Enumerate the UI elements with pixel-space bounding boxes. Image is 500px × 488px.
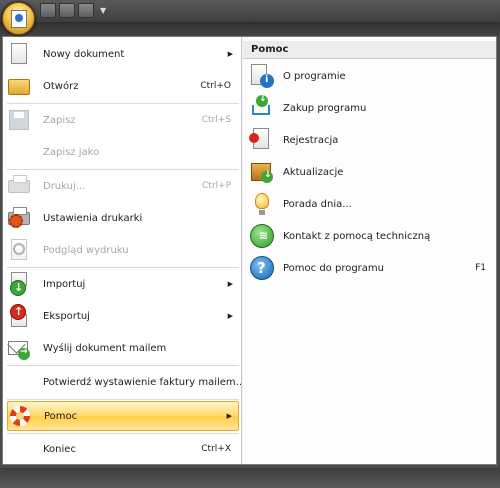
menu-item-label: Eksportuj — [43, 310, 90, 322]
menu-item-send-mail[interactable]: → Wyślij dokument mailem — [7, 333, 239, 363]
menu-item-label: Zapisz — [43, 114, 76, 126]
menu-item-print[interactable]: Drukuj... Ctrl+P — [7, 171, 239, 201]
tip-bulb-icon — [249, 191, 275, 217]
menu-item-printer-settings[interactable]: Ustawienia drukarki — [7, 203, 239, 233]
export-icon: ↑ — [7, 304, 31, 328]
submenu-item-label: Rejestracja — [283, 134, 339, 146]
menu-item-label: Otwórz — [43, 80, 79, 92]
menu-item-label: Nowy dokument — [43, 48, 125, 60]
submenu-arrow-icon: ▶ — [226, 412, 232, 420]
menu-item-label: Ustawienia drukarki — [43, 212, 143, 224]
menu-item-shortcut: Ctrl+O — [200, 81, 231, 91]
submenu-item-about[interactable]: i O programie — [249, 61, 490, 91]
import-icon: ↓ — [7, 272, 31, 296]
registration-icon — [249, 127, 275, 153]
title-bar: ▼ — [0, 0, 500, 22]
menu-item-label: Pomoc — [44, 410, 78, 422]
menu-item-label: Importuj — [43, 278, 86, 290]
cart-icon: ↓ — [249, 94, 275, 121]
printer-icon — [7, 174, 31, 198]
submenu-item-registration[interactable]: Rejestracja — [249, 125, 490, 155]
menu-item-label: Podgląd wydruku — [43, 244, 129, 256]
menu-item-print-preview[interactable]: Podgląd wydruku — [7, 235, 239, 265]
menu-item-save-as[interactable]: Zapisz jako — [7, 137, 239, 167]
save-icon — [7, 108, 31, 132]
about-icon: i — [249, 63, 275, 89]
updates-icon: ↓ — [249, 159, 275, 185]
submenu-item-updates[interactable]: ↓ Aktualizacje — [249, 157, 490, 187]
menu-separator — [7, 365, 239, 366]
menu-left-pane: Nowy dokument ▶ Otwórz Ctrl+O Zapisz Ctr… — [3, 37, 245, 464]
submenu-item-label: Zakup programu — [283, 102, 367, 114]
submenu-item-program-help[interactable]: ? Pomoc do programu F1 — [249, 253, 490, 283]
print-preview-icon — [7, 238, 31, 262]
app-logo-icon — [11, 10, 27, 28]
quick-print-icon[interactable] — [59, 3, 75, 18]
submenu-arrow-icon: ▶ — [227, 312, 233, 320]
help-lifebuoy-icon — [8, 404, 32, 428]
new-document-icon — [7, 42, 31, 66]
open-folder-icon — [7, 74, 31, 98]
support-icon: ≋ — [249, 223, 275, 249]
mail-icon: → — [7, 336, 31, 360]
help-submenu-pane: Pomoc i O programie ↓ Zakup programu Rej… — [243, 37, 496, 464]
help-question-icon: ? — [249, 255, 275, 281]
menu-item-export[interactable]: ↑ Eksportuj ▶ — [7, 301, 239, 331]
menu-item-new-document[interactable]: Nowy dokument ▶ — [7, 39, 239, 69]
submenu-arrow-icon: ▶ — [227, 50, 233, 58]
submenu-item-label: Porada dnia... — [283, 198, 352, 210]
submenu-arrow-icon: ▶ — [227, 280, 233, 288]
menu-item-label: Koniec — [43, 443, 76, 455]
menu-separator — [7, 103, 239, 104]
application-menu: Nowy dokument ▶ Otwórz Ctrl+O Zapisz Ctr… — [2, 36, 497, 465]
quick-preview-icon[interactable] — [78, 3, 94, 18]
menu-item-save[interactable]: Zapisz Ctrl+S — [7, 105, 239, 135]
submenu-item-label: Pomoc do programu — [283, 262, 384, 274]
quick-access-toolbar: ▼ — [40, 2, 106, 19]
menu-item-label: Drukuj... — [43, 180, 86, 192]
menu-item-shortcut: Ctrl+S — [201, 115, 231, 125]
menu-item-label: Zapisz jako — [43, 146, 100, 158]
menu-item-exit[interactable]: Koniec Ctrl+X — [7, 435, 239, 463]
menu-item-confirm-invoice-mail[interactable]: Potwierdź wystawienie faktury mailem... — [7, 367, 245, 397]
printer-settings-icon — [7, 206, 31, 230]
menu-item-label: Potwierdź wystawienie faktury mailem... — [43, 376, 246, 388]
menu-item-shortcut: Ctrl+X — [201, 444, 231, 454]
menu-item-shortcut: Ctrl+P — [202, 181, 231, 191]
submenu-item-tip-of-day[interactable]: Porada dnia... — [249, 189, 490, 219]
submenu-item-label: Kontakt z pomocą techniczną — [283, 230, 431, 242]
menu-item-label: Wyślij dokument mailem — [43, 342, 167, 354]
menu-item-open[interactable]: Otwórz Ctrl+O — [7, 71, 239, 101]
submenu-title: Pomoc — [243, 41, 496, 59]
submenu-item-support[interactable]: ≋ Kontakt z pomocą techniczną — [249, 221, 490, 251]
menu-item-import[interactable]: ↓ Importuj ▶ — [7, 269, 239, 299]
menu-separator — [7, 169, 239, 170]
menu-separator — [7, 399, 239, 400]
application-menu-button[interactable] — [2, 2, 35, 35]
customize-toolbar-chevron-icon[interactable]: ▼ — [100, 6, 106, 15]
submenu-item-shortcut: F1 — [475, 263, 486, 273]
menu-item-help[interactable]: Pomoc ▶ — [7, 401, 239, 431]
menu-separator — [7, 433, 239, 434]
quick-save-icon[interactable] — [40, 3, 56, 18]
status-bar — [0, 468, 500, 488]
submenu-item-label: O programie — [283, 70, 346, 82]
menu-separator — [7, 267, 239, 268]
submenu-item-purchase[interactable]: ↓ Zakup programu — [249, 93, 490, 123]
submenu-item-label: Aktualizacje — [283, 166, 344, 178]
